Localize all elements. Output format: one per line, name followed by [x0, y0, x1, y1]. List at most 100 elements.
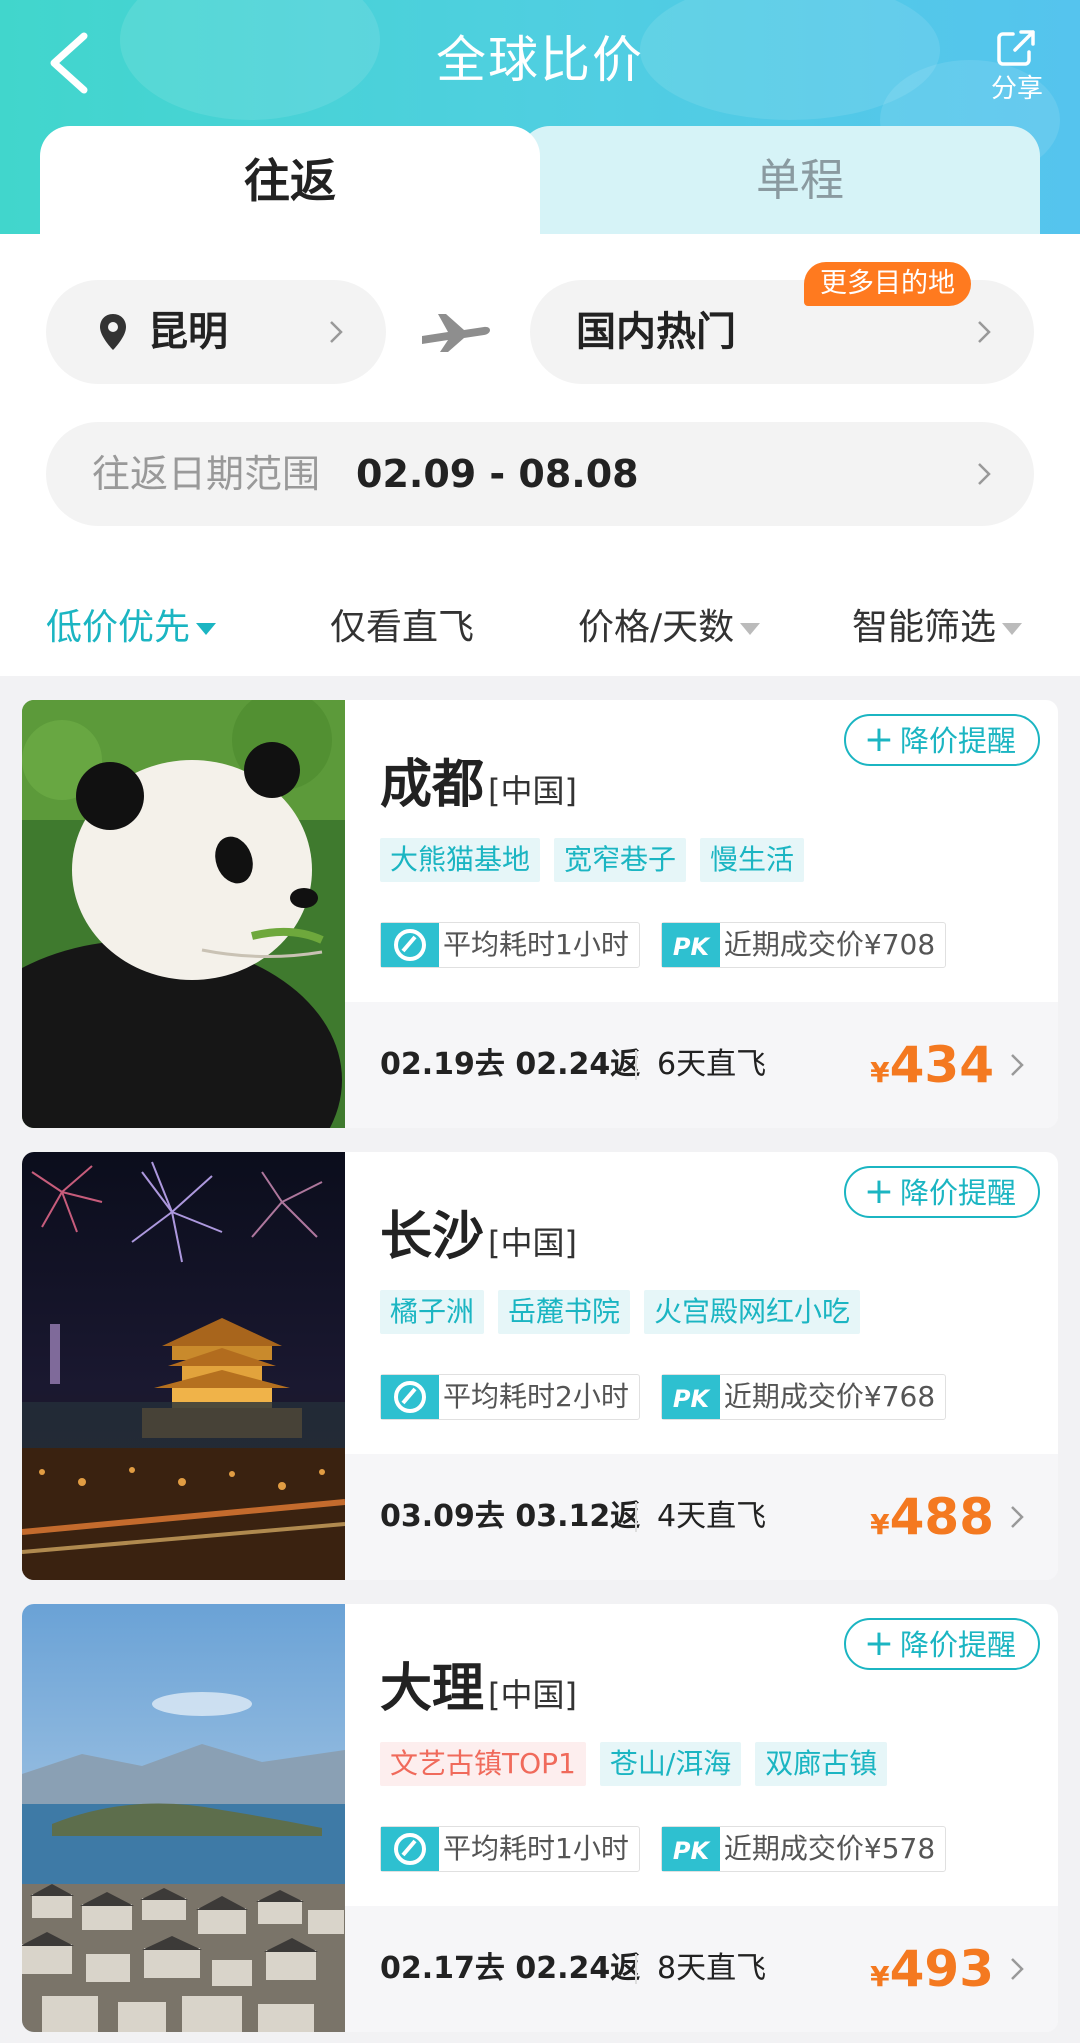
trip-days: 8天直飞: [657, 1951, 767, 1986]
dropdown-arrow-icon: [740, 623, 761, 635]
avg-time-info: 平均耗时2小时: [380, 1374, 640, 1420]
chevron-right-icon: [1011, 1506, 1024, 1528]
price-value: 493: [889, 1940, 994, 1998]
plus-icon: +: [863, 1623, 894, 1664]
tag-list: 文艺古镇TOP1 苍山/洱海 双廊古镇: [380, 1742, 901, 1786]
more-destinations-badge[interactable]: 更多目的地: [804, 262, 971, 306]
trip-dates: 02.17去 02.24返: [380, 1951, 641, 1986]
tag: 宽窄巷子: [554, 838, 687, 882]
sort-low-price[interactable]: 低价优先: [46, 600, 217, 656]
to-city: 国内热门: [576, 309, 736, 355]
price-alert-label: 降价提醒: [899, 724, 1016, 758]
date-range-selector[interactable]: 往返日期范围 02.09 - 08.08: [46, 422, 1034, 526]
tab-one-way-label: 单程: [756, 155, 844, 206]
plus-icon: +: [863, 1171, 894, 1212]
trip-days: 4天直飞: [657, 1499, 767, 1534]
trip-dates: 02.19去 02.24返: [380, 1047, 641, 1082]
destination-card[interactable]: + 降价提醒 成都 [中国] 大熊猫基地 宽窄巷子 慢生活 平均耗时1小时 PK 近期成…: [22, 700, 1058, 1128]
recent-price-text: 近期成交价¥578: [723, 1832, 936, 1865]
price: ¥488: [870, 1454, 994, 1580]
info-row: 平均耗时2小时 PK 近期成交价¥768: [380, 1374, 962, 1420]
price-alert-button[interactable]: + 降价提醒: [843, 1166, 1040, 1218]
destination-country: [中国]: [488, 1676, 577, 1714]
destination-image-lake-town: [22, 1604, 345, 2032]
price-alert-button[interactable]: + 降价提醒: [843, 1618, 1040, 1670]
card-body: + 降价提醒 成都 [中国] 大熊猫基地 宽窄巷子 慢生活 平均耗时1小时 PK 近期成…: [345, 700, 1058, 1128]
trip-summary: 03.09去 03.12返 4天直飞 ¥488: [345, 1454, 1058, 1580]
recent-price-info: PK 近期成交价¥578: [660, 1826, 947, 1872]
share-label: 分享: [990, 74, 1043, 104]
divider: [635, 1050, 637, 1080]
airplane-icon: [422, 314, 490, 352]
chevron-right-icon: [1011, 1958, 1024, 1980]
tag-list: 大熊猫基地 宽窄巷子 慢生活: [380, 838, 818, 882]
tag: 双廊古镇: [755, 1742, 888, 1786]
destination-city: 长沙: [380, 1207, 485, 1267]
chevron-right-icon: [978, 321, 991, 343]
info-row: 平均耗时1小时 PK 近期成交价¥708: [380, 922, 962, 968]
sort-price-days[interactable]: 价格/天数: [578, 600, 761, 656]
destination-city: 大理: [380, 1659, 485, 1719]
from-city-selector[interactable]: 昆明: [46, 280, 386, 384]
card-body: + 降价提醒 长沙 [中国] 橘子洲 岳麓书院 火宫殿网红小吃 平均耗时2小时 PK 近…: [345, 1152, 1058, 1580]
divider: [635, 1502, 637, 1532]
currency-symbol: ¥: [870, 1960, 890, 1993]
currency-symbol: ¥: [870, 1056, 890, 1089]
sort-smart-filter[interactable]: 智能筛选: [852, 600, 1023, 656]
tab-one-way[interactable]: 单程: [520, 126, 1040, 236]
price: ¥493: [870, 1906, 994, 2032]
tag: 苍山/洱海: [599, 1742, 742, 1786]
destination-country: [中国]: [488, 1224, 577, 1262]
sort-direct-only[interactable]: 仅看直飞: [330, 600, 474, 656]
share-icon: [997, 30, 1035, 66]
tag: 橘子洲: [380, 1290, 485, 1334]
price-alert-label: 降价提醒: [899, 1176, 1016, 1210]
price-alert-button[interactable]: + 降价提醒: [843, 714, 1040, 766]
divider: [635, 1954, 637, 1984]
sort-price-days-label: 价格/天数: [578, 607, 735, 648]
dropdown-arrow-icon: [1002, 623, 1023, 635]
location-pin-icon: [100, 314, 126, 350]
trip-days: 6天直飞: [657, 1047, 767, 1082]
tab-round-trip-label: 往返: [244, 154, 336, 208]
avg-time-text: 平均耗时1小时: [443, 1832, 629, 1865]
price-value: 488: [889, 1488, 994, 1546]
search-panel: 昆明 国内热门 更多目的地 往返日期范围 02.09 - 08.08 低价优先 …: [0, 234, 1080, 676]
sort-direct-only-label: 仅看直飞: [330, 607, 475, 648]
page-title: 全球比价: [436, 31, 644, 89]
price-alert-label: 降价提醒: [899, 1628, 1016, 1662]
tab-round-trip[interactable]: 往返: [40, 126, 540, 236]
clock-icon: [381, 1375, 439, 1419]
destination-image-fireworks: [22, 1152, 345, 1580]
dropdown-arrow-icon: [196, 623, 217, 635]
price-value: 434: [889, 1036, 994, 1094]
avg-time-text: 平均耗时1小时: [443, 928, 629, 961]
tag-list: 橘子洲 岳麓书院 火宫殿网红小吃: [380, 1290, 874, 1334]
destination-card[interactable]: + 降价提醒 长沙 [中国] 橘子洲 岳麓书院 火宫殿网红小吃 平均耗时2小时 PK 近…: [22, 1152, 1058, 1580]
price: ¥434: [870, 1002, 994, 1128]
chevron-right-icon: [978, 463, 991, 485]
avg-time-info: 平均耗时1小时: [380, 922, 640, 968]
from-city: 昆明: [148, 309, 228, 355]
tag: 大熊猫基地: [380, 838, 541, 882]
recent-price-info: PK 近期成交价¥708: [660, 922, 947, 968]
sort-bar: 低价优先 仅看直飞 价格/天数 智能筛选: [0, 580, 1080, 676]
currency-symbol: ¥: [870, 1508, 890, 1541]
date-range-label: 往返日期范围: [92, 452, 321, 496]
avg-time-text: 平均耗时2小时: [443, 1380, 629, 1413]
clock-icon: [381, 1827, 439, 1871]
sort-smart-filter-label: 智能筛选: [852, 607, 997, 648]
svg-text:PK: PK: [673, 1837, 712, 1865]
svg-text:PK: PK: [673, 1385, 712, 1413]
recent-price-text: 近期成交价¥708: [723, 928, 936, 961]
pk-icon: PK: [661, 1827, 720, 1871]
avg-time-info: 平均耗时1小时: [380, 1826, 640, 1872]
tag: 慢生活: [700, 838, 805, 882]
share-button[interactable]: 分享: [982, 28, 1052, 104]
destination-card[interactable]: + 降价提醒 大理 [中国] 文艺古镇TOP1 苍山/洱海 双廊古镇 平均耗时1小时 …: [22, 1604, 1058, 2032]
card-body: + 降价提醒 大理 [中国] 文艺古镇TOP1 苍山/洱海 双廊古镇 平均耗时1小时 …: [345, 1604, 1058, 2032]
tag-hot: 文艺古镇TOP1: [380, 1742, 586, 1786]
info-row: 平均耗时1小时 PK 近期成交价¥578: [380, 1826, 962, 1872]
sort-low-price-label: 低价优先: [46, 607, 191, 648]
recent-price-info: PK 近期成交价¥768: [660, 1374, 947, 1420]
